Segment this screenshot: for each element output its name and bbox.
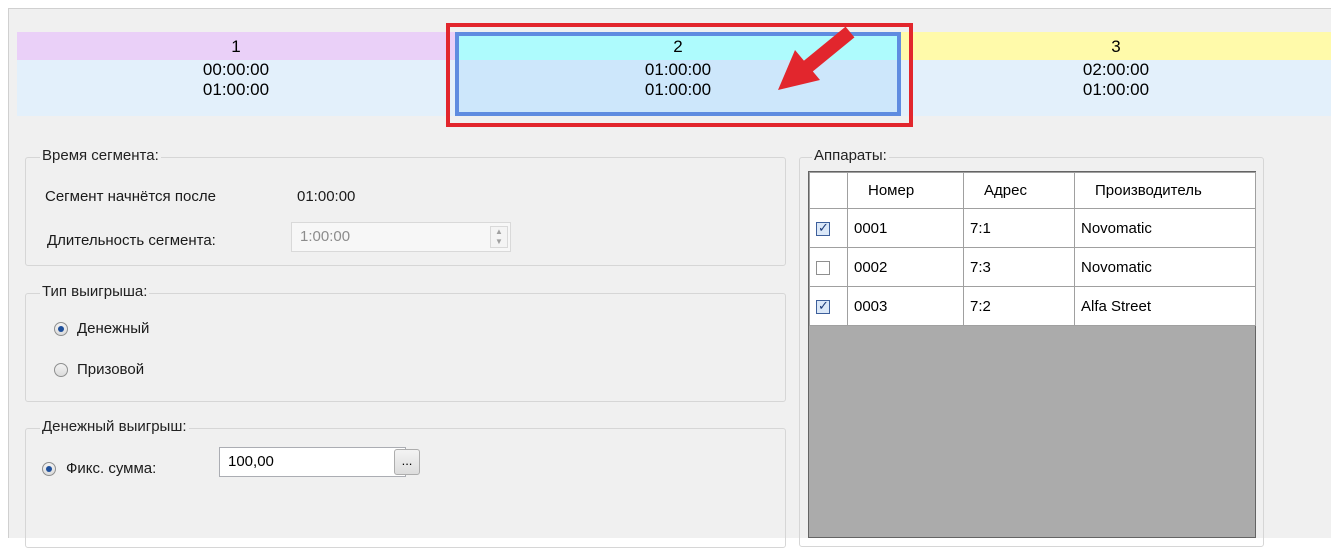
fixed-sum-input[interactable]: 100,00 xyxy=(219,447,406,477)
segment-duration-field[interactable]: 1:00:00 ▲ ▼ xyxy=(291,222,511,252)
segment-duration-label: Длительность сегмента: xyxy=(47,232,216,249)
row-checkbox[interactable] xyxy=(816,298,830,314)
row-number: 0002 xyxy=(847,247,964,287)
segment-duration-value: 1:00:00 xyxy=(300,228,351,245)
row-manufacturer: Novomatic xyxy=(1074,247,1256,287)
header-manufacturer[interactable]: Производитель xyxy=(1074,172,1256,209)
prize-radio-label[interactable]: Призовой xyxy=(77,361,144,378)
row-check-cell[interactable] xyxy=(809,247,848,287)
segment-start-value: 01:00:00 xyxy=(297,188,356,205)
row-number: 0003 xyxy=(847,286,964,326)
segment-start: 00:00:00 xyxy=(202,60,270,79)
browse-button[interactable]: ... xyxy=(394,449,420,475)
row-check-cell[interactable] xyxy=(809,286,848,326)
row-manufacturer: Alfa Street xyxy=(1074,286,1256,326)
row-check-cell[interactable] xyxy=(809,208,848,248)
timeline-segment-3[interactable]: 3 02:00:00 01:00:00 xyxy=(901,32,1331,116)
segment-time-group: Время сегмента: Сегмент начнётся после 0… xyxy=(25,147,786,266)
table-row[interactable]: 0002 7:3 Novomatic xyxy=(809,247,1256,287)
table-row[interactable]: 0003 7:2 Alfa Street xyxy=(809,286,1256,326)
row-address: 7:1 xyxy=(963,208,1075,248)
row-number: 0001 xyxy=(847,208,964,248)
win-type-title: Тип выигрыша: xyxy=(40,283,150,300)
row-checkbox[interactable] xyxy=(816,220,830,236)
table-row[interactable]: 0001 7:1 Novomatic xyxy=(809,208,1256,248)
segment-number: 1 xyxy=(17,32,455,60)
row-address: 7:3 xyxy=(963,247,1075,287)
header-address[interactable]: Адрес xyxy=(963,172,1075,209)
segment-start-label: Сегмент начнётся после xyxy=(45,188,216,205)
segment-duration: 01:00:00 xyxy=(202,80,270,99)
row-address: 7:2 xyxy=(963,286,1075,326)
prize-radio[interactable] xyxy=(54,363,68,377)
win-type-group: Тип выигрыша: Денежный Призовой xyxy=(25,283,786,402)
fixed-sum-value: 100,00 xyxy=(228,453,274,470)
money-win-title: Денежный выигрыш: xyxy=(40,418,189,435)
money-win-group: Денежный выигрыш: Фикс. сумма: 100,00 ..… xyxy=(25,418,786,548)
segment-number: 3 xyxy=(901,32,1331,60)
money-radio[interactable] xyxy=(54,322,68,336)
money-radio-label[interactable]: Денежный xyxy=(77,320,149,337)
duration-spinner[interactable]: ▲ ▼ xyxy=(490,226,508,248)
annotation-arrow-icon xyxy=(778,26,855,90)
fixed-sum-label[interactable]: Фикс. сумма: xyxy=(66,460,156,477)
fixed-sum-radio[interactable] xyxy=(42,462,56,476)
segment-start: 02:00:00 xyxy=(1082,60,1150,79)
timeline-segment-1[interactable]: 1 00:00:00 01:00:00 xyxy=(17,32,455,116)
row-manufacturer: Novomatic xyxy=(1074,208,1256,248)
row-checkbox[interactable] xyxy=(816,260,830,275)
grid-header-row: Номер Адрес Производитель xyxy=(809,172,1256,209)
header-number[interactable]: Номер xyxy=(847,172,964,209)
segment-duration: 01:00:00 xyxy=(1082,80,1150,99)
header-check[interactable] xyxy=(809,172,848,209)
devices-grid[interactable]: Номер Адрес Производитель 0001 7:1 Novom… xyxy=(808,171,1256,538)
devices-title: Аппараты: xyxy=(812,147,889,164)
segment-time-title: Время сегмента: xyxy=(40,147,161,164)
